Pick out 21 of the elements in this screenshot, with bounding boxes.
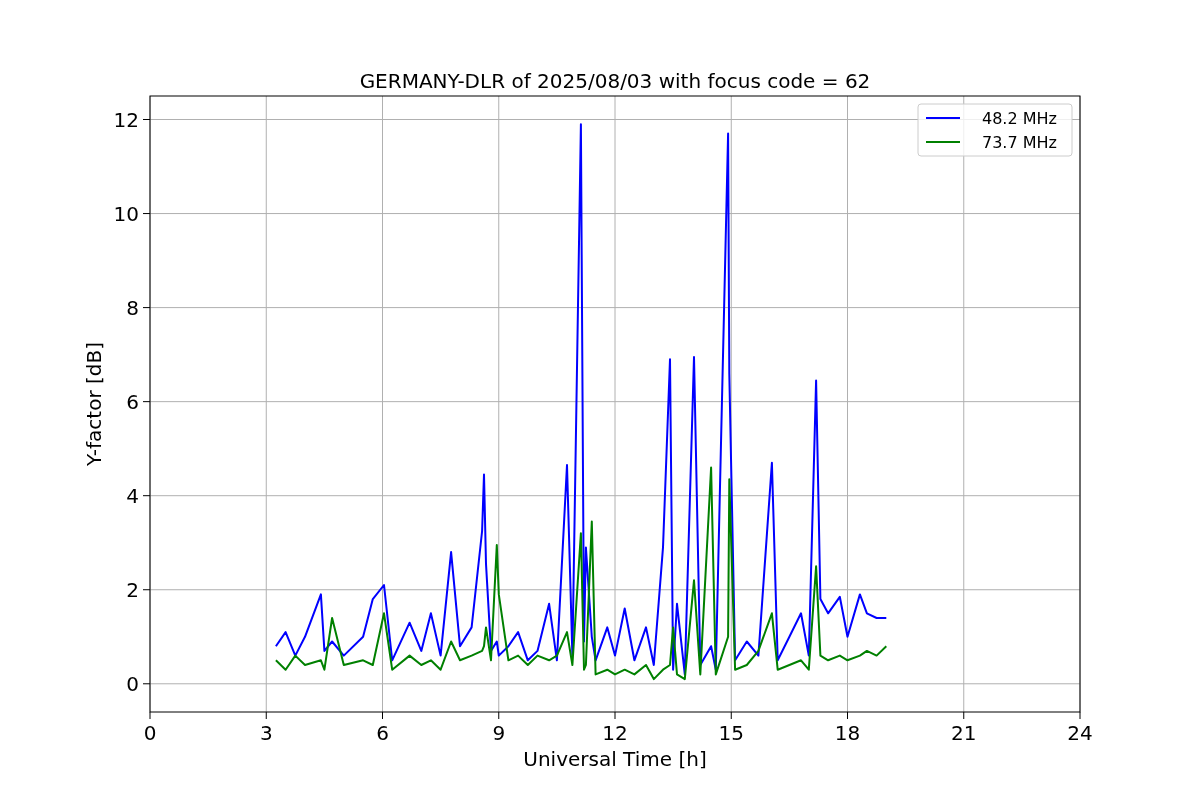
tick-label: 3 xyxy=(259,721,273,745)
tick-label: 9 xyxy=(492,721,506,745)
tick-label: 15 xyxy=(718,721,744,745)
tick-label: 6 xyxy=(126,389,139,414)
tick-label: 18 xyxy=(834,721,861,745)
tick-label: 0 xyxy=(143,721,157,745)
legend-label: 73.7 MHz xyxy=(982,133,1057,152)
tick-label: 6 xyxy=(376,721,389,745)
tick-label: 0 xyxy=(126,671,139,696)
x-axis-label: Universal Time [h] xyxy=(523,747,707,771)
tick-label: 12 xyxy=(113,107,139,132)
tick-label: 4 xyxy=(126,483,139,508)
y-axis-label: Y-factor [dB] xyxy=(82,342,106,466)
tick-label: 8 xyxy=(126,295,139,320)
tick-label: 2 xyxy=(126,577,139,602)
legend-label: 48.2 MHz xyxy=(982,109,1057,128)
chart-title: GERMANY-DLR of 2025/08/03 with focus code = 62 xyxy=(359,69,871,93)
tick-label: 21 xyxy=(951,721,977,745)
tick-label: 10 xyxy=(113,201,139,226)
tick-label: 24 xyxy=(1067,721,1093,745)
tick-label: 12 xyxy=(602,721,628,745)
